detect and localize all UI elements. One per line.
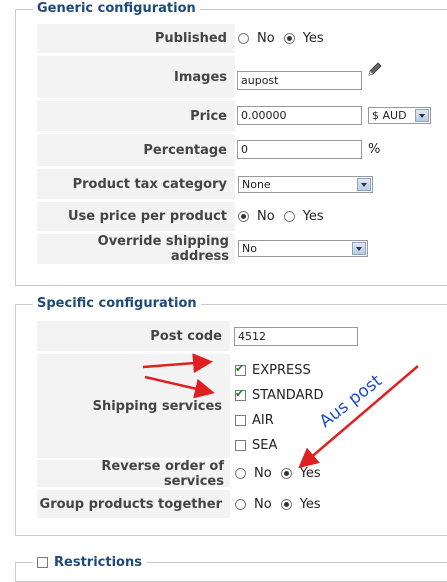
use-price-no-radio[interactable] (238, 211, 249, 222)
tax-category-label: Product tax category (37, 169, 235, 199)
use-price-yes-radio[interactable] (283, 211, 295, 222)
percentage-label: Percentage (37, 134, 235, 166)
reverse-order-row: Reverse order of services No Yes (37, 459, 447, 489)
use-price-label: Use price per product (37, 202, 235, 231)
price-row: Price 0.00000 $ AUD (37, 101, 447, 131)
group-products-no-label: No (254, 496, 272, 512)
reverse-order-no-label: No (254, 466, 272, 481)
published-label: Published (37, 24, 235, 53)
chevron-down-icon (352, 242, 366, 255)
group-products-no-radio[interactable] (235, 498, 246, 510)
air-checkbox[interactable] (235, 415, 246, 426)
images-input[interactable]: aupost (237, 71, 362, 90)
air-label: AIR (252, 413, 274, 428)
post-code-input[interactable]: 4512 (234, 327, 358, 346)
images-row: Images aupost (37, 56, 447, 98)
express-checkbox[interactable] (235, 362, 246, 376)
chevron-down-icon (357, 178, 371, 191)
group-products-row: Group products together No Yes (37, 490, 447, 518)
override-address-label: Override shipping address (37, 234, 235, 264)
tax-category-select[interactable]: None (238, 176, 373, 193)
group-products-label: Group products together (37, 490, 230, 518)
currency-select[interactable]: $ AUD (368, 107, 431, 124)
use-price-row: Use price per product No Yes (37, 202, 447, 231)
sea-label: SEA (252, 438, 278, 453)
percentage-row: Percentage 0 % (37, 134, 447, 166)
reverse-order-yes-radio[interactable] (280, 468, 292, 479)
published-yes-label: Yes (302, 31, 324, 46)
percentage-input[interactable]: 0 (237, 140, 362, 159)
percentage-unit: % (368, 142, 381, 157)
override-address-select[interactable]: No (238, 240, 368, 257)
published-no-label: No (257, 31, 275, 46)
group-products-yes-radio[interactable] (280, 498, 292, 510)
pencil-icon[interactable] (367, 61, 383, 77)
shipping-services-row: Shipping services EXPRESS STANDARD AIR S… (37, 354, 447, 458)
published-row: Published No Yes (37, 24, 447, 53)
use-price-yes-label: Yes (302, 209, 324, 224)
use-price-no-label: No (257, 209, 275, 224)
price-input[interactable]: 0.00000 (237, 106, 362, 125)
override-address-row: Override shipping address No (37, 234, 447, 264)
tax-category-row: Product tax category None (37, 169, 447, 199)
reverse-order-no-radio[interactable] (235, 468, 246, 479)
chevron-down-icon (415, 109, 429, 122)
published-no-radio[interactable] (238, 33, 249, 44)
standard-label: STANDARD (252, 388, 324, 403)
shipping-services-label: Shipping services (37, 354, 230, 458)
tax-category-value: None (242, 178, 271, 191)
express-label: EXPRESS (252, 363, 311, 378)
reverse-order-label: Reverse order of services (37, 459, 230, 489)
generic-configuration-legend: Generic configuration (33, 1, 200, 16)
sea-checkbox[interactable] (235, 440, 246, 451)
post-code-label: Post code (37, 321, 230, 351)
price-label: Price (37, 101, 235, 131)
standard-checkbox[interactable] (235, 387, 246, 401)
images-label: Images (37, 56, 235, 98)
currency-select-value: $ AUD (372, 109, 407, 122)
specific-configuration-legend: Specific configuration (33, 296, 201, 311)
reverse-order-yes-label: Yes (299, 466, 321, 481)
post-code-row: Post code 4512 (37, 321, 447, 351)
published-yes-radio[interactable] (283, 33, 295, 44)
group-products-yes-label: Yes (299, 496, 321, 512)
override-address-value: No (242, 242, 257, 255)
